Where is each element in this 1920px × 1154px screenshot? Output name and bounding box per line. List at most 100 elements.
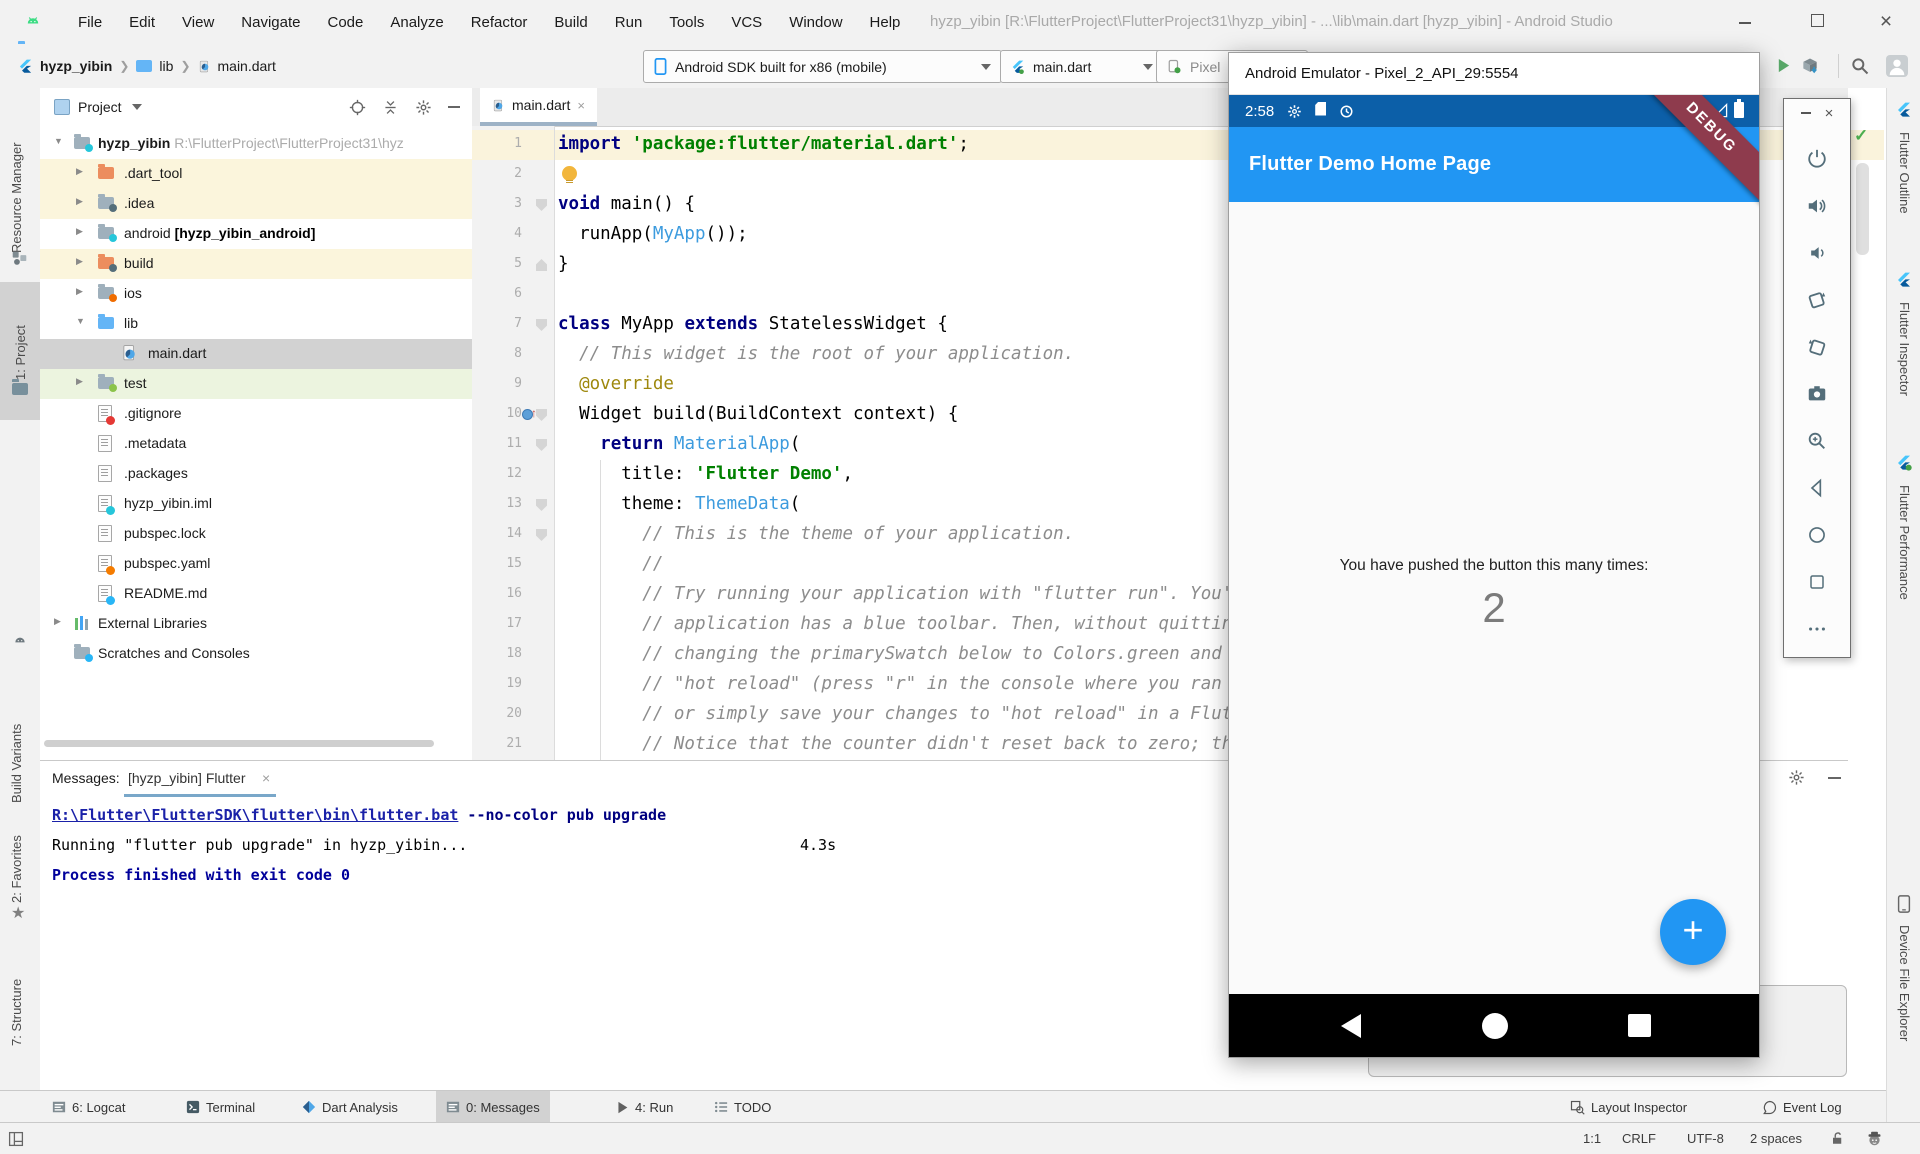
window-maximize-button[interactable]: [1803, 10, 1831, 34]
fold-marker-icon[interactable]: [536, 199, 547, 211]
expand-arrow-icon[interactable]: ▶: [76, 286, 83, 297]
breadcrumb-file[interactable]: main.dart: [218, 58, 276, 74]
fold-marker-icon[interactable]: [536, 319, 547, 331]
collapse-arrow-icon[interactable]: ▼: [54, 136, 63, 146]
fold-marker-icon[interactable]: [536, 499, 547, 511]
menu-navigate[interactable]: Navigate: [241, 14, 300, 31]
hide-panel-icon[interactable]: [448, 106, 460, 108]
editor-scrollbar[interactable]: [1856, 163, 1869, 255]
fold-marker-icon[interactable]: [536, 409, 547, 421]
tree-item-ios[interactable]: ▶ios: [40, 279, 472, 309]
tab-resource-manager[interactable]: Resource Manager: [9, 103, 24, 253]
gear-icon[interactable]: [1788, 769, 1805, 786]
emulator-toolbar-minimize[interactable]: [1801, 112, 1811, 114]
menu-vcs[interactable]: VCS: [731, 14, 762, 31]
tree-item-readme-md[interactable]: README.md: [40, 579, 472, 609]
editor-tab-main-dart[interactable]: main.dart ×: [480, 88, 597, 126]
expand-arrow-icon[interactable]: ▶: [76, 166, 83, 177]
run-config-dropdown[interactable]: main.dart: [1000, 50, 1164, 83]
flutter-bat-link[interactable]: R:\Flutter\FlutterSDK\flutter\bin\flutte…: [52, 806, 458, 824]
messages-tab[interactable]: [hyzp_yibin] Flutter: [128, 770, 246, 786]
device-selector-dropdown[interactable]: Android SDK built for x86 (mobile): [643, 50, 1002, 83]
menu-window[interactable]: Window: [789, 14, 842, 31]
emulator-back-icon[interactable]: [1804, 475, 1830, 501]
breadcrumb-project[interactable]: hyzp_yibin: [40, 58, 112, 74]
collapse-arrow-icon[interactable]: ▼: [76, 316, 85, 326]
line-ending[interactable]: CRLF: [1622, 1123, 1656, 1154]
emulator-volume-up-icon[interactable]: [1804, 193, 1830, 219]
menu-run[interactable]: Run: [615, 14, 643, 31]
tab-flutter-performance[interactable]: Flutter Performance: [1897, 485, 1912, 600]
fab-add-button[interactable]: +: [1660, 899, 1726, 965]
emulator-screenshot-icon[interactable]: [1804, 381, 1830, 407]
expand-arrow-icon[interactable]: ▶: [76, 226, 83, 237]
emulator-toolbar-close[interactable]: ×: [1825, 105, 1834, 122]
menu-view[interactable]: View: [182, 14, 214, 31]
collapse-all-icon[interactable]: [382, 99, 399, 116]
layout-inspector-button[interactable]: Layout Inspector: [1560, 1091, 1697, 1123]
tool-window-tab-dart-analysis[interactable]: Dart Analysis: [292, 1091, 408, 1123]
menu-build[interactable]: Build: [554, 14, 587, 31]
emulator-rotate-right-icon[interactable]: [1804, 334, 1830, 360]
tree-item-lib[interactable]: ▼lib: [40, 309, 472, 339]
project-view-label[interactable]: Project: [78, 99, 122, 115]
status-face-icon[interactable]: [1866, 1130, 1883, 1147]
tool-window-tab-terminal[interactable]: Terminal: [176, 1091, 265, 1123]
close-icon[interactable]: ×: [262, 770, 270, 786]
tree-item-hyzp-yibin[interactable]: ▼hyzp_yibin R:\FlutterProject\FlutterPro…: [40, 129, 472, 159]
tree-item--dart-tool[interactable]: ▶.dart_tool: [40, 159, 472, 189]
tool-windows-toggle-icon[interactable]: [8, 1131, 24, 1147]
emulator-title[interactable]: Android Emulator - Pixel_2_API_29:5554: [1229, 53, 1759, 95]
nav-overview-button[interactable]: [1628, 1014, 1651, 1037]
expand-arrow-icon[interactable]: ▶: [76, 196, 83, 207]
expand-arrow-icon[interactable]: ▶: [76, 376, 83, 387]
fold-marker-icon[interactable]: [536, 259, 547, 271]
tool-window-tab-todo[interactable]: TODO: [704, 1091, 781, 1123]
tree-item-test[interactable]: ▶test: [40, 369, 472, 399]
tab-build-variants[interactable]: Build Variants: [9, 663, 24, 803]
tool-window-tab--messages[interactable]: 0: Messages: [436, 1091, 550, 1123]
locate-file-icon[interactable]: [349, 99, 366, 116]
console-line-command[interactable]: R:\Flutter\FlutterSDK\flutter\bin\flutte…: [52, 806, 666, 824]
emulator-power-icon[interactable]: [1804, 146, 1830, 172]
tool-window-tab--logcat[interactable]: 6: Logcat: [42, 1091, 136, 1123]
tab-project[interactable]: 1: Project: [0, 282, 40, 420]
tree-item-android[interactable]: ▶android [hyzp_yibin_android]: [40, 219, 472, 249]
tree-item-pubspec-lock[interactable]: pubspec.lock: [40, 519, 472, 549]
emulator-more-icon[interactable]: [1804, 616, 1830, 642]
build-variants-icon[interactable]: [12, 633, 28, 649]
window-close-button[interactable]: ×: [1872, 10, 1900, 34]
menu-edit[interactable]: Edit: [129, 14, 155, 31]
menu-code[interactable]: Code: [327, 14, 363, 31]
file-encoding[interactable]: UTF-8: [1687, 1123, 1724, 1154]
menu-help[interactable]: Help: [870, 14, 901, 31]
nav-home-button[interactable]: [1482, 1013, 1508, 1039]
expand-arrow-icon[interactable]: ▶: [76, 256, 83, 267]
fold-marker-icon[interactable]: [536, 439, 547, 451]
caret-position[interactable]: 1:1: [1583, 1123, 1601, 1154]
inspection-ok-icon[interactable]: ✓: [1854, 126, 1868, 146]
tree-item-pubspec-yaml[interactable]: pubspec.yaml: [40, 549, 472, 579]
breadcrumb-folder[interactable]: lib: [159, 58, 173, 74]
tree-item--metadata[interactable]: .metadata: [40, 429, 472, 459]
tab-favorites[interactable]: 2: Favorites: [9, 803, 24, 903]
emulator-home-icon[interactable]: [1804, 522, 1830, 548]
tree-item-scratches-and-consoles[interactable]: Scratches and Consoles: [40, 639, 472, 669]
tree-item-external-libraries[interactable]: ▶External Libraries: [40, 609, 472, 639]
tree-item-build[interactable]: ▶build: [40, 249, 472, 279]
tree-item--gitignore[interactable]: .gitignore: [40, 399, 472, 429]
window-minimize-button[interactable]: [1731, 10, 1759, 34]
nav-back-button[interactable]: [1341, 1014, 1361, 1038]
hide-panel-icon[interactable]: [1828, 777, 1841, 779]
tree-item--packages[interactable]: .packages: [40, 459, 472, 489]
menu-file[interactable]: File: [78, 14, 102, 31]
tool-window-tab--run[interactable]: 4: Run: [606, 1091, 683, 1123]
tab-flutter-inspector[interactable]: Flutter Inspector: [1897, 302, 1912, 396]
sdk-manager-icon[interactable]: [1800, 56, 1820, 76]
project-horizontal-scrollbar[interactable]: [44, 740, 434, 747]
emulator-zoom-icon[interactable]: [1804, 428, 1830, 454]
emulator-overview-icon[interactable]: [1804, 569, 1830, 595]
gear-icon[interactable]: [415, 99, 432, 116]
menu-tools[interactable]: Tools: [669, 14, 704, 31]
emulator-volume-down-icon[interactable]: [1804, 240, 1830, 266]
